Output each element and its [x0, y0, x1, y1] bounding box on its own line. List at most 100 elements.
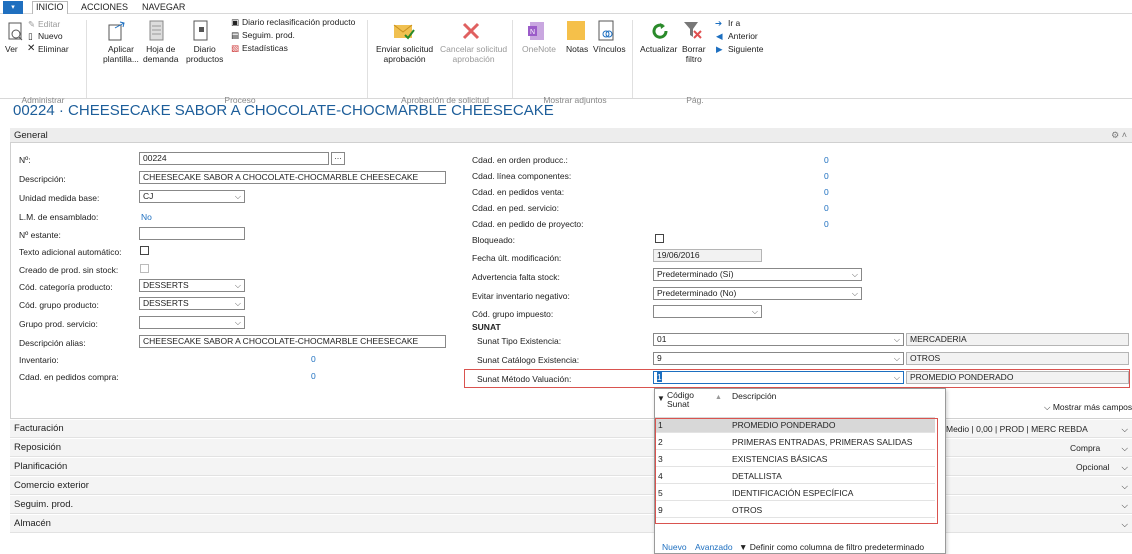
fecha-field: 19/06/2016	[653, 249, 762, 262]
servicio-value[interactable]: 0	[824, 203, 829, 213]
chevron-down-icon: ⌵	[851, 270, 858, 279]
fasttab-comercio[interactable]: Comercio exterior ⌵	[10, 477, 1132, 495]
eliminar-button[interactable]: Eliminar	[38, 44, 69, 54]
chevron-down-icon[interactable]: ⌵	[1122, 477, 1128, 495]
chevron-down-icon: ⌵	[234, 192, 241, 201]
filter-icon[interactable]: ▼	[657, 394, 665, 403]
grupo-select[interactable]: DESSERTS ⌵	[139, 297, 245, 310]
chevron-down-icon: ⌵	[234, 318, 241, 327]
advertencia-select[interactable]: Predeterminado (Sí) ⌵	[653, 268, 862, 281]
fasttab-facturacion[interactable]: Facturación Medio | 0,00 | PROD | MERC R…	[10, 420, 1132, 438]
chevron-down-icon: ⌵	[893, 354, 900, 363]
siguiente-button[interactable]: Siguiente	[728, 44, 763, 54]
linea-value[interactable]: 0	[824, 171, 829, 181]
chevron-down-icon[interactable]: ⌵	[1122, 496, 1128, 514]
chevron-down-icon: ⌵	[751, 307, 758, 316]
creado-label: Creado de prod. sin stock:	[19, 265, 119, 275]
chevron-down-icon: ⌵	[851, 289, 858, 298]
separator	[367, 20, 368, 98]
avanzado-link[interactable]: Avanzado	[695, 542, 733, 552]
cancel-approval-icon	[462, 22, 480, 40]
venta-value[interactable]: 0	[824, 187, 829, 197]
proyecto-label: Cdad. en pedido de proyecto:	[472, 219, 584, 229]
chevron-down-icon[interactable]: ⌵	[1122, 515, 1128, 533]
fasttab-reposicion[interactable]: Reposición Compra ⌵	[10, 439, 1132, 457]
fasttab-almacen[interactable]: Almacén ⌵	[10, 515, 1132, 533]
editar-button[interactable]: Editar	[38, 19, 60, 29]
reposicion-summary: Compra	[1070, 443, 1101, 453]
separator	[86, 20, 87, 98]
chevron-down-icon[interactable]: ⌵	[1122, 439, 1128, 457]
clear-filter-icon	[684, 22, 702, 39]
evitar-label: Evitar inventario negativo:	[472, 291, 570, 301]
impuesto-label: Cód. grupo impuesto:	[472, 309, 554, 319]
orden-value[interactable]: 0	[824, 155, 829, 165]
notas-button[interactable]: Notas	[566, 44, 588, 54]
page-title: 00224 · CHEESECAKE SABOR A CHOCOLATE-CHO…	[13, 102, 554, 119]
borrar-filtro-button[interactable]: Borrar filtro	[682, 44, 706, 64]
general-section-header[interactable]: General ⚙ ˄	[10, 128, 1132, 143]
nuevo-button[interactable]: Nuevo	[38, 31, 63, 41]
bloqueado-checkbox[interactable]	[655, 234, 664, 243]
cancelar-solicitud-button[interactable]: Cancelar solicitud aprobación	[440, 44, 507, 64]
vinculos-button[interactable]: Vínculos	[593, 44, 626, 54]
onenote-icon: N	[528, 22, 544, 40]
pedidos-compra-value[interactable]: 0	[311, 371, 316, 381]
tipo-select[interactable]: 01 ⌵	[653, 333, 904, 346]
estante-field[interactable]	[139, 227, 245, 240]
texto-checkbox[interactable]	[140, 246, 149, 255]
catalogo-select[interactable]: 9 ⌵	[653, 352, 904, 365]
diario-productos-button[interactable]: Diario productos	[186, 44, 223, 64]
anterior-button[interactable]: Anterior	[728, 31, 758, 41]
chevron-down-icon: ⌵	[234, 281, 241, 290]
lm-value[interactable]: No	[141, 212, 152, 222]
no-field[interactable]: 00224	[139, 152, 329, 165]
facturacion-summary: Medio | 0,00 | PROD | MERC REBDA	[946, 424, 1088, 434]
assist-button[interactable]: …	[331, 152, 345, 165]
ir-a-button[interactable]: Ir a	[728, 18, 740, 28]
tab-acciones[interactable]: ACCIONES	[81, 2, 128, 13]
grupo-serv-select[interactable]: ⌵	[139, 316, 245, 329]
aplicar-plantilla-button[interactable]: Aplicar plantilla...	[103, 44, 139, 64]
seguim-prod-button[interactable]: Seguim. prod.	[242, 30, 295, 40]
tab-inicio[interactable]: INICIO	[32, 1, 68, 14]
inventario-value[interactable]: 0	[311, 354, 316, 364]
tab-navegar[interactable]: NAVEGAR	[142, 2, 185, 13]
journal-icon	[193, 20, 208, 41]
onenote-button[interactable]: OneNote	[522, 44, 556, 54]
ver-button[interactable]: Ver	[5, 44, 18, 54]
description-field[interactable]: CHEESECAKE SABOR A CHOCOLATE-CHOCMARBLE …	[139, 171, 446, 184]
alias-field[interactable]: CHEESECAKE SABOR A CHOCOLATE-CHOCMARBLE …	[139, 335, 446, 348]
apply-template-icon	[108, 21, 125, 41]
enviar-solicitud-button[interactable]: Enviar solicitud aprobación	[376, 44, 433, 64]
col-codigo-header[interactable]: Código Sunat	[667, 391, 694, 409]
filter-icon: ▼	[738, 542, 748, 552]
app-menu-button[interactable]: ▾	[3, 1, 23, 14]
grupo-serv-label: Grupo prod. servicio:	[19, 319, 98, 329]
impuesto-select[interactable]: ⌵	[653, 305, 762, 318]
hoja-demanda-button[interactable]: Hoja de demanda	[143, 44, 178, 64]
chevron-down-icon[interactable]: ⌵	[1122, 458, 1128, 476]
sort-icon: ▲	[715, 394, 722, 401]
mostrar-mas-button[interactable]: ⌵ Mostrar más campos	[1044, 402, 1132, 413]
group-pag: Pág.	[686, 95, 704, 105]
ribbon-tabs: ▾ INICIO ACCIONES NAVEGAR	[0, 0, 1132, 14]
orden-label: Cdad. en orden producc.:	[472, 155, 568, 165]
chevron-down-icon[interactable]: ⌵	[1122, 420, 1128, 438]
estadisticas-button[interactable]: Estadísticas	[242, 43, 288, 53]
unidad-select[interactable]: CJ ⌵	[139, 190, 245, 203]
fasttab-seguim[interactable]: Seguim. prod. ⌵	[10, 496, 1132, 514]
estante-label: Nº estante:	[19, 230, 61, 240]
actualizar-button[interactable]: Actualizar	[640, 44, 677, 54]
col-desc-header[interactable]: Descripción	[732, 391, 776, 401]
proyecto-value[interactable]: 0	[824, 219, 829, 229]
collapse-icon[interactable]: ⚙ ˄	[1111, 128, 1127, 143]
diario-reclasificacion-button[interactable]: Diario reclasificación producto	[242, 17, 355, 27]
fasttab-planificacion[interactable]: Planificación Opcional ⌵	[10, 458, 1132, 476]
categoria-select[interactable]: DESSERTS ⌵	[139, 279, 245, 292]
metodo-select[interactable]: 1 ⌵	[653, 371, 904, 384]
nuevo-link[interactable]: Nuevo	[662, 542, 687, 552]
texto-label: Texto adicional automático:	[19, 247, 122, 257]
evitar-select[interactable]: Predeterminado (No) ⌵	[653, 287, 862, 300]
definir-link[interactable]: Definir como columna de filtro predeterm…	[750, 542, 924, 552]
